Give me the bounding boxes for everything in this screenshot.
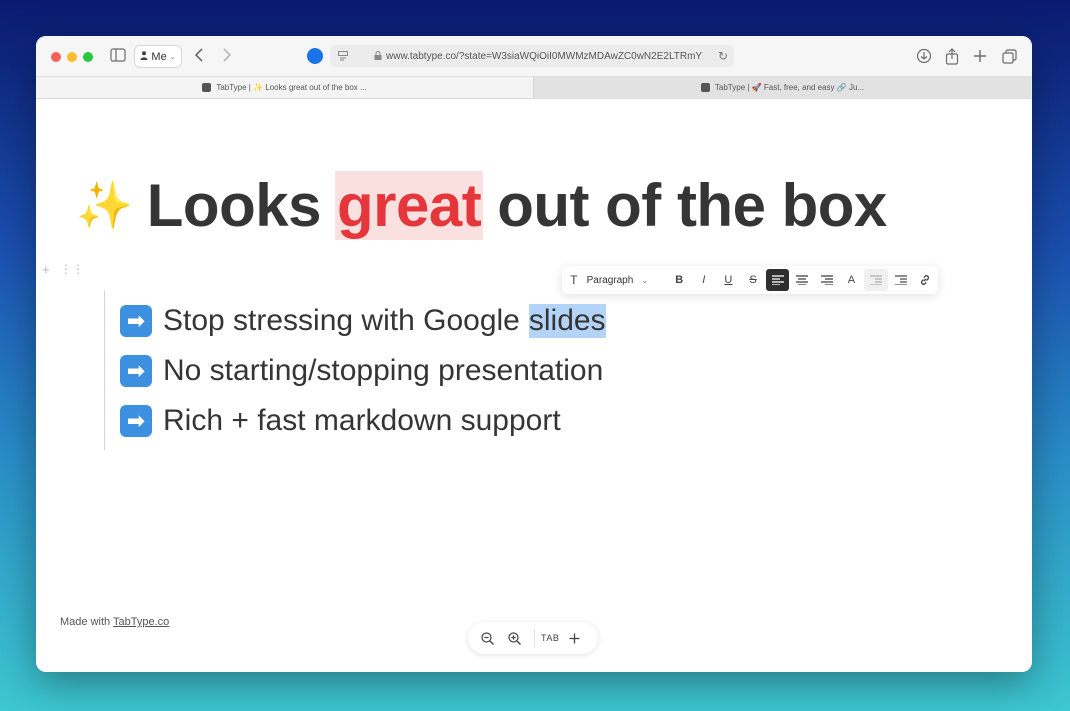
tab-label: TAB	[541, 633, 560, 643]
page-menu-icon[interactable]	[338, 51, 348, 61]
download-icon[interactable]	[916, 47, 932, 65]
tab-bar: TabType | ✨ Looks great out of the box .…	[36, 76, 1032, 99]
zoom-window-button[interactable]	[83, 52, 93, 62]
sidebar-toggle-icon[interactable]	[110, 48, 126, 62]
link-icon	[921, 275, 930, 285]
lock-icon	[374, 50, 382, 62]
bold-button[interactable]: B	[667, 269, 691, 291]
forward-arrow-icon[interactable]	[220, 47, 234, 63]
back-arrow-icon[interactable]	[192, 47, 206, 63]
strikethrough-button[interactable]: S	[741, 269, 765, 291]
add-block-icon[interactable]: +	[42, 262, 50, 277]
chevron-down-icon: ⌄	[169, 53, 176, 61]
title-highlighted-word: great	[334, 170, 484, 240]
selected-text: slides	[528, 304, 606, 338]
share-icon[interactable]	[945, 47, 959, 65]
align-right-icon	[820, 275, 833, 285]
link-button[interactable]	[913, 269, 937, 291]
minimize-window-button[interactable]	[67, 52, 77, 62]
profile-button[interactable]: Me ⌄	[134, 45, 182, 68]
tabtype-favicon-icon	[202, 83, 212, 92]
tabtype-link[interactable]: TabType.co	[113, 616, 169, 628]
tab-overview-icon[interactable]	[1002, 47, 1017, 65]
outdent-button[interactable]	[864, 269, 888, 291]
new-tab-icon[interactable]	[973, 47, 987, 65]
extension-icon[interactable]	[307, 48, 323, 64]
underline-button[interactable]: U	[717, 269, 741, 291]
browser-window: Me ⌄ www.tabtype.co/?state=W3siaWQiOiI0M…	[36, 36, 1032, 672]
list-item-text: Stop stressing with Google	[163, 304, 520, 337]
indent-icon	[894, 275, 907, 285]
text-color-button[interactable]: A	[840, 269, 864, 291]
align-left-button[interactable]	[765, 269, 790, 291]
add-slide-icon[interactable]	[565, 624, 583, 652]
align-left-icon	[771, 275, 784, 285]
list-item-text: No starting/stopping presentation	[163, 354, 604, 387]
tabtype-favicon-icon	[700, 83, 710, 92]
slide-editor: ✨ Looks great out of the box + ⋮⋮ T Para…	[36, 98, 1032, 672]
close-window-button[interactable]	[51, 52, 61, 62]
right-arrow-icon: ➡	[120, 305, 152, 337]
divider	[534, 629, 535, 647]
bullet-list: ➡ Stop stressing with Google slides ➡ No…	[104, 290, 665, 450]
list-item[interactable]: ➡ Stop stressing with Google slides	[120, 304, 606, 338]
zoom-controls: TAB	[468, 622, 598, 654]
reload-icon[interactable]: ↻	[718, 49, 728, 63]
tab-title: TabType | 🚀 Fast, free, and easy 🔗 Ju...	[714, 83, 865, 92]
block-type-label: Paragraph	[586, 274, 634, 286]
zoom-in-icon[interactable]	[501, 624, 528, 652]
chevron-down-icon: ⌄	[641, 275, 649, 285]
text-type-icon: T	[570, 273, 578, 287]
footer-credit: Made with TabType.co	[60, 616, 169, 628]
list-item-text: Rich + fast markdown support	[163, 404, 561, 437]
address-bar[interactable]: www.tabtype.co/?state=W3siaWQiOiI0MWMzMD…	[330, 45, 734, 67]
indent-button[interactable]	[889, 269, 913, 291]
sparkles-icon: ✨	[76, 178, 133, 231]
title-text-after: out of the box	[497, 171, 887, 239]
footer-text: Made with	[60, 616, 111, 628]
tab-title: TabType | ✨ Looks great out of the box .…	[216, 83, 367, 92]
italic-button[interactable]: I	[692, 269, 716, 291]
list-item[interactable]: ➡ Rich + fast markdown support	[120, 404, 561, 438]
right-arrow-icon: ➡	[120, 405, 152, 437]
align-center-icon	[796, 275, 809, 285]
block-type-select[interactable]: Paragraph ⌄	[587, 275, 668, 286]
right-arrow-icon: ➡	[120, 355, 152, 387]
align-center-button[interactable]	[790, 269, 814, 291]
browser-titlebar: Me ⌄ www.tabtype.co/?state=W3siaWQiOiI0M…	[36, 36, 1032, 76]
drag-handle-icon[interactable]: ⋮⋮	[60, 262, 84, 276]
title-text-before: Looks	[146, 171, 322, 239]
browser-tab[interactable]: TabType | ✨ Looks great out of the box .…	[36, 77, 534, 98]
url-text: www.tabtype.co/?state=W3siaWQiOiI0MWMzMD…	[386, 50, 703, 62]
person-icon	[140, 50, 148, 63]
zoom-out-icon[interactable]	[474, 624, 501, 652]
list-item[interactable]: ➡ No starting/stopping presentation	[120, 354, 603, 388]
profile-label: Me	[151, 50, 167, 63]
outdent-icon	[870, 275, 883, 285]
browser-tab[interactable]: TabType | 🚀 Fast, free, and easy 🔗 Ju...	[534, 77, 1031, 98]
align-right-button[interactable]	[815, 269, 839, 291]
slide-title[interactable]: ✨ Looks great out of the box	[76, 170, 887, 240]
